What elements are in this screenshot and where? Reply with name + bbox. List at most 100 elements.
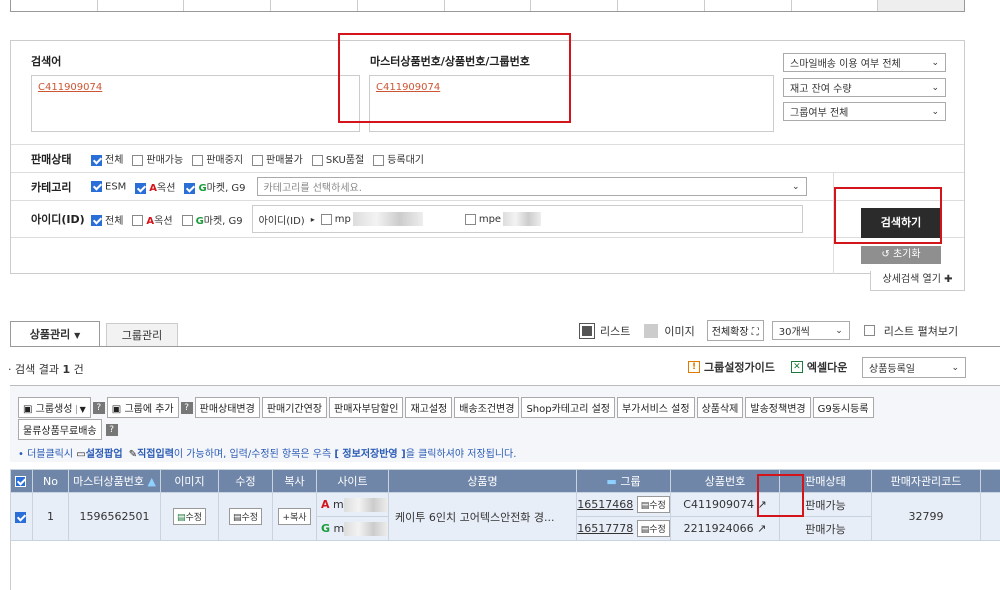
page-size-label: 30개씩 xyxy=(778,327,810,338)
action-button[interactable]: G9동시등록 xyxy=(812,397,874,418)
smile-delivery-select[interactable]: 스마일배송 이용 여부 전체 ⌄ xyxy=(783,53,946,72)
tab-group-manage[interactable]: 그룹관리 xyxy=(106,323,178,347)
checkbox[interactable] xyxy=(192,154,204,166)
table-row[interactable]: 1 1596562501 ▤수정 ▤수정 +복사 A m 케이투 6인치 고어텍… xyxy=(10,492,1000,541)
edit-label: 수정 xyxy=(241,513,259,523)
sort-select[interactable]: 상품등록일 ⌄ xyxy=(862,357,966,378)
help-icon[interactable]: ? xyxy=(105,423,118,436)
detail-search-toggle[interactable]: 상세검색 열기 ✚ xyxy=(870,271,965,291)
strip-cell xyxy=(531,0,619,11)
header-group: ▬ 그룹 xyxy=(576,469,671,493)
action-button[interactable]: 부가서비스 설정 xyxy=(616,397,695,418)
status-stopped[interactable]: 판매중지 xyxy=(192,151,243,166)
stock-select[interactable]: 재고 잔여 수량 ⌄ xyxy=(783,78,946,97)
row-product-name[interactable]: 케이투 6인치 고어텍스안전화 경... xyxy=(388,492,577,541)
group-link[interactable]: 16517778 xyxy=(577,522,633,535)
checkbox[interactable] xyxy=(132,154,144,166)
strip-cell xyxy=(705,0,792,11)
reset-button[interactable]: ↺ 초기화 xyxy=(861,246,941,264)
tab-label: 상품관리 xyxy=(29,328,71,341)
checkbox[interactable] xyxy=(373,154,385,166)
checkbox[interactable] xyxy=(320,213,332,225)
header-master[interactable]: 마스터상품번호 ▲ xyxy=(68,469,161,493)
unfold-checkbox[interactable] xyxy=(863,325,875,336)
action-button[interactable]: 재고설정 xyxy=(405,397,453,418)
expand-all-button[interactable]: 전체확장 ⛶ xyxy=(706,320,764,341)
id-auction[interactable]: A옥션 xyxy=(132,212,173,227)
action-button[interactable]: 배송조건변경 xyxy=(454,397,520,418)
status-sku-soldout[interactable]: SKU품절 xyxy=(311,151,364,166)
product-number[interactable]: 2211924066 xyxy=(684,522,754,535)
expand-icon: ⛶ xyxy=(751,327,759,338)
product-number[interactable]: C411909074 xyxy=(683,498,754,511)
excel-icon: ✕ xyxy=(790,361,803,373)
group-edit-label: 수정 xyxy=(649,501,666,511)
excel-download-button[interactable]: 엑셀다운 xyxy=(807,359,847,375)
action-button[interactable]: 상품삭제 xyxy=(696,397,744,418)
category-auction[interactable]: A옥션 xyxy=(135,179,175,194)
row-checkbox[interactable] xyxy=(14,511,26,523)
row-checkbox-cell[interactable] xyxy=(10,492,33,541)
group-edit-button[interactable]: ▤수정 xyxy=(636,520,670,537)
copy-button[interactable]: +복사 xyxy=(278,508,311,525)
id-all[interactable]: 전체 xyxy=(91,212,123,227)
edit-button[interactable]: ▤수정 xyxy=(228,508,263,525)
checkbox[interactable] xyxy=(311,154,323,166)
row-group-1: 16517468 ▤수정 xyxy=(576,492,671,517)
group-guide-link[interactable]: 그룹설정가이드 xyxy=(704,359,775,375)
checkbox[interactable] xyxy=(181,215,193,226)
checkbox[interactable] xyxy=(184,182,196,194)
action-button[interactable]: 발송정책변경 xyxy=(745,397,811,418)
tab-product-manage[interactable]: 상품관리 ▼ xyxy=(10,321,100,347)
help-icon[interactable]: ? xyxy=(92,401,105,414)
checkbox[interactable] xyxy=(252,154,264,166)
group-link[interactable]: 16517468 xyxy=(577,498,633,511)
status-waiting[interactable]: 등록대기 xyxy=(373,151,424,166)
image-view-label[interactable]: 이미지 xyxy=(664,323,694,339)
free-shipping-row: 물류상품무료배송 ? xyxy=(18,419,118,440)
row-site-a: A m xyxy=(316,492,389,517)
group-add-button[interactable]: ▣ 그룹에 추가 xyxy=(106,397,179,418)
masked-id xyxy=(344,521,389,536)
list-view-icon[interactable] xyxy=(579,322,595,339)
checkbox[interactable] xyxy=(464,213,476,225)
category-row: 카테고리 ESM A옥션 G마켓, G9 카테고리를 선택하세요. ⌄ xyxy=(11,172,964,200)
category-gmarket[interactable]: G마켓, G9 xyxy=(184,179,246,194)
action-button[interactable]: 판매상태변경 xyxy=(194,397,260,418)
table-left-border xyxy=(10,541,11,590)
list-view-label[interactable]: 리스트 xyxy=(600,323,630,339)
help-icon[interactable]: ? xyxy=(180,401,193,414)
checkbox[interactable] xyxy=(91,215,102,226)
status-label: 판매상태 xyxy=(31,152,72,166)
free-shipping-button[interactable]: 물류상품무료배송 xyxy=(18,419,102,440)
tab-divider xyxy=(10,346,1000,347)
previous-table-strip xyxy=(10,0,965,12)
checkbox[interactable] xyxy=(135,182,147,194)
action-button[interactable]: 판매자부담할인 xyxy=(329,397,404,418)
category-esm[interactable]: ESM xyxy=(91,180,126,192)
group-edit-button[interactable]: ▤수정 xyxy=(636,496,670,513)
header-label: 그룹 xyxy=(620,475,641,488)
status-all[interactable]: 전체 xyxy=(91,151,123,166)
id-gmarket[interactable]: G마켓, G9 xyxy=(181,212,243,227)
group-create-button[interactable]: ▣ 그룹생성 ▼ xyxy=(18,397,91,418)
keyword-textarea[interactable]: C411909074 xyxy=(31,75,360,132)
status-available[interactable]: 판매가능 xyxy=(132,151,183,166)
category-select[interactable]: 카테고리를 선택하세요. ⌄ xyxy=(256,177,807,196)
group-select[interactable]: 그룹여부 전체 ⌄ xyxy=(783,102,946,121)
checkbox[interactable] xyxy=(91,154,102,166)
id-row: 아이디(ID) 전체 A옥션 G마켓, G9 아이디(ID) ▸ mp mpe xyxy=(11,200,964,238)
action-button[interactable]: Shop카테고리 설정 xyxy=(521,397,615,418)
toolbar-right: ! 그룹설정가이드 ✕ 엑셀다운 xyxy=(688,359,847,375)
checkbox[interactable] xyxy=(91,180,102,192)
action-button[interactable]: 판매기간연장 xyxy=(261,397,328,418)
checkbox[interactable] xyxy=(132,215,144,226)
image-view-icon[interactable] xyxy=(644,323,659,338)
page-size-select[interactable]: 30개씩 ⌄ xyxy=(771,321,850,340)
status-unavailable[interactable]: 판매불가 xyxy=(252,151,303,166)
strip-cell xyxy=(618,0,705,11)
image-edit-button[interactable]: ▤수정 xyxy=(172,508,207,525)
select-all-checkbox[interactable] xyxy=(14,476,26,487)
header-checkbox-cell[interactable] xyxy=(10,469,33,493)
external-link-icon[interactable]: ↗ xyxy=(757,522,766,535)
